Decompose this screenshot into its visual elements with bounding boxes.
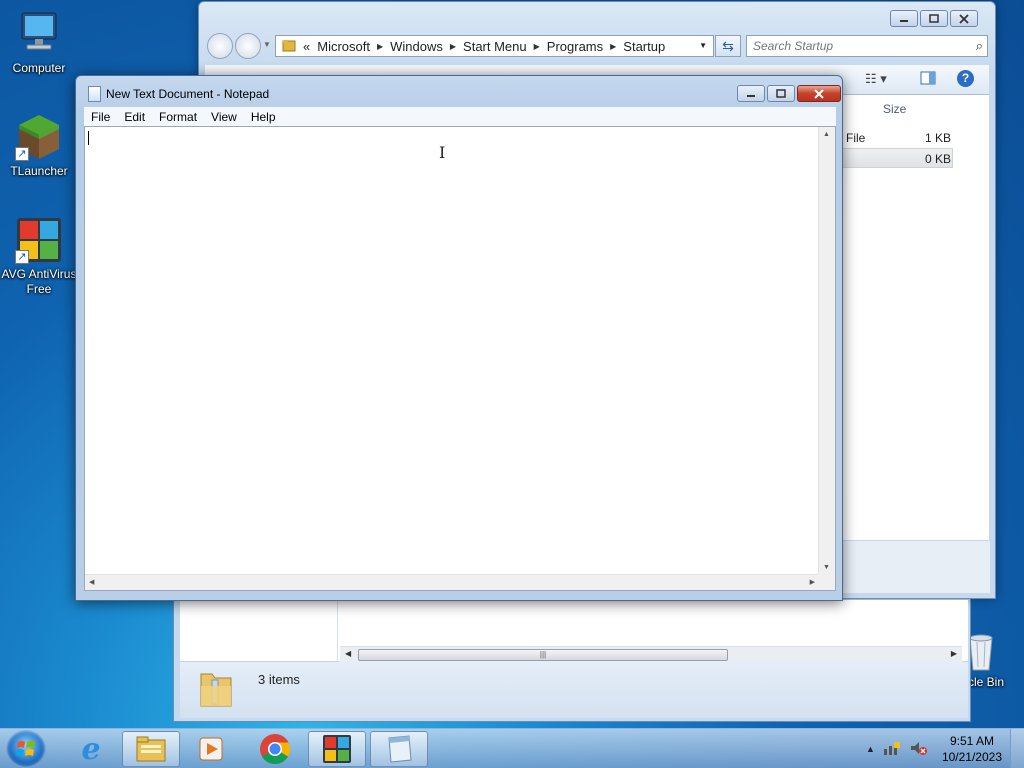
- computer-icon: [15, 10, 63, 58]
- menu-file[interactable]: File: [84, 110, 117, 124]
- text-editor[interactable]: ▲ ▼ ◀ ▶: [84, 126, 836, 591]
- internet-explorer-icon: e: [81, 731, 101, 767]
- breadcrumb-start-menu[interactable]: Start Menu: [463, 39, 527, 54]
- search-box[interactable]: ⌕: [746, 35, 988, 57]
- maximize-button[interactable]: [767, 85, 795, 102]
- breadcrumb-chevron-icon[interactable]: ▶: [377, 42, 383, 51]
- minimize-button[interactable]: [737, 85, 765, 102]
- scroll-up-icon[interactable]: ▲: [823, 131, 830, 138]
- file-explorer-icon: [136, 736, 166, 762]
- close-button[interactable]: [950, 10, 978, 27]
- shortcut-arrow-icon: ↗: [15, 147, 29, 161]
- show-desktop-button[interactable]: [1010, 729, 1024, 768]
- menu-view[interactable]: View: [204, 110, 244, 124]
- clock-time: 9:51 AM: [949, 734, 994, 748]
- menu-format[interactable]: Format: [152, 110, 204, 124]
- forward-button[interactable]: [235, 33, 261, 59]
- preview-pane-icon[interactable]: [920, 71, 936, 88]
- details-pane: 3 items: [180, 662, 968, 718]
- breadcrumb-chevron-icon[interactable]: ▶: [610, 42, 616, 51]
- vertical-scrollbar[interactable]: ▲ ▼: [818, 127, 835, 575]
- breadcrumb-chevron-icon[interactable]: ▶: [534, 42, 540, 51]
- refresh-button[interactable]: ⇆: [715, 35, 741, 57]
- network-icon[interactable]: [883, 740, 901, 759]
- chrome-icon: [260, 734, 290, 765]
- taskbar-file-explorer[interactable]: [122, 731, 180, 767]
- notepad-caption-buttons: [737, 85, 841, 102]
- navigation-pane[interactable]: [180, 600, 338, 662]
- notepad-window: New Text Document - Notepad File Edit Fo…: [75, 75, 843, 601]
- scroll-right-icon[interactable]: ▶: [810, 578, 815, 586]
- media-player-icon: [199, 737, 223, 761]
- desktop-icon-label: AVG AntiVirus Free: [1, 267, 77, 296]
- desktop-icon-label: Computer: [12, 61, 66, 75]
- desktop-icon-computer[interactable]: Computer: [0, 10, 78, 76]
- search-icon[interactable]: ⌕: [976, 38, 983, 54]
- back-button[interactable]: [207, 33, 233, 59]
- folder-icon: [282, 38, 296, 55]
- file-row-type[interactable]: File: [846, 131, 865, 145]
- system-tray: ▲: [866, 729, 927, 768]
- menu-edit[interactable]: Edit: [117, 110, 152, 124]
- scrollbar-thumb[interactable]: |||: [358, 649, 728, 661]
- avg-icon: ↗: [15, 216, 63, 264]
- menu-help[interactable]: Help: [244, 110, 283, 124]
- notepad-icon: [88, 86, 101, 102]
- taskbar-avg[interactable]: [308, 731, 366, 767]
- close-button[interactable]: [797, 85, 841, 102]
- taskbar-media-player[interactable]: [182, 731, 240, 767]
- start-button[interactable]: [6, 730, 46, 768]
- explorer-caption-buttons: [890, 10, 978, 27]
- folder-icon: [198, 668, 234, 711]
- text-caret: [88, 131, 89, 145]
- clock[interactable]: 9:51 AM 10/21/2023: [942, 733, 1002, 765]
- search-input[interactable]: [753, 39, 963, 53]
- breadcrumb-microsoft[interactable]: Microsoft: [317, 39, 370, 54]
- horizontal-scrollbar[interactable]: ◀ ▶: [85, 574, 819, 590]
- volume-muted-icon[interactable]: [909, 740, 927, 759]
- breadcrumb-windows[interactable]: Windows: [390, 39, 443, 54]
- taskbar: e ▲ 9:51 AM 10/21/2023: [0, 728, 1024, 768]
- item-count: 3 items: [258, 672, 300, 687]
- scroll-right-icon[interactable]: ▶: [951, 649, 957, 658]
- desktop-icon-label: TLauncher: [10, 164, 68, 178]
- maximize-button[interactable]: [920, 10, 948, 27]
- breadcrumb-programs[interactable]: Programs: [547, 39, 603, 54]
- minimize-button[interactable]: [890, 10, 918, 27]
- horizontal-scrollbar[interactable]: ◀ ||| ▶: [340, 646, 962, 662]
- ibeam-cursor-icon: I: [439, 143, 446, 162]
- breadcrumb-chevron-icon[interactable]: ▶: [450, 42, 456, 51]
- file-row-size[interactable]: 0 KB: [925, 152, 951, 166]
- scroll-down-icon[interactable]: ▼: [823, 564, 830, 571]
- size-grip[interactable]: [818, 574, 835, 590]
- avg-icon: [323, 735, 351, 763]
- taskbar-chrome[interactable]: [246, 731, 304, 767]
- file-row-size[interactable]: 1 KB: [925, 131, 951, 145]
- address-bar[interactable]: « Microsoft ▶ Windows ▶ Start Menu ▶ Pro…: [275, 35, 714, 57]
- address-overflow[interactable]: «: [303, 39, 310, 54]
- clock-date: 10/21/2023: [941, 750, 1002, 764]
- tlauncher-icon: ↗: [15, 113, 63, 161]
- recent-pages-dropdown-icon[interactable]: ▼: [263, 40, 271, 49]
- refresh-icon: ⇆: [722, 38, 734, 54]
- taskbar-internet-explorer[interactable]: e: [62, 731, 120, 767]
- view-options-icon[interactable]: ☷ ▾: [865, 71, 887, 87]
- scroll-left-icon[interactable]: ◀: [345, 649, 351, 658]
- show-hidden-icons-icon[interactable]: ▲: [866, 744, 875, 754]
- column-header-size[interactable]: Size: [883, 102, 906, 116]
- taskbar-notepad[interactable]: [370, 731, 428, 767]
- address-dropdown-icon[interactable]: ▼: [699, 41, 707, 50]
- notepad-icon: [388, 735, 412, 763]
- breadcrumb-startup[interactable]: Startup: [623, 39, 665, 54]
- explorer-details-strip: [843, 541, 990, 593]
- help-icon[interactable]: ?: [957, 70, 974, 87]
- window-title: New Text Document - Notepad: [106, 87, 270, 101]
- desktop-icon-avg[interactable]: ↗ AVG AntiVirus Free: [0, 216, 78, 297]
- menu-bar: File Edit Format View Help: [84, 107, 836, 126]
- shortcut-arrow-icon: ↗: [15, 250, 29, 264]
- desktop-icon-tlauncher[interactable]: ↗ TLauncher: [0, 113, 78, 179]
- windows-logo-icon: [16, 741, 35, 756]
- scroll-left-icon[interactable]: ◀: [89, 578, 94, 586]
